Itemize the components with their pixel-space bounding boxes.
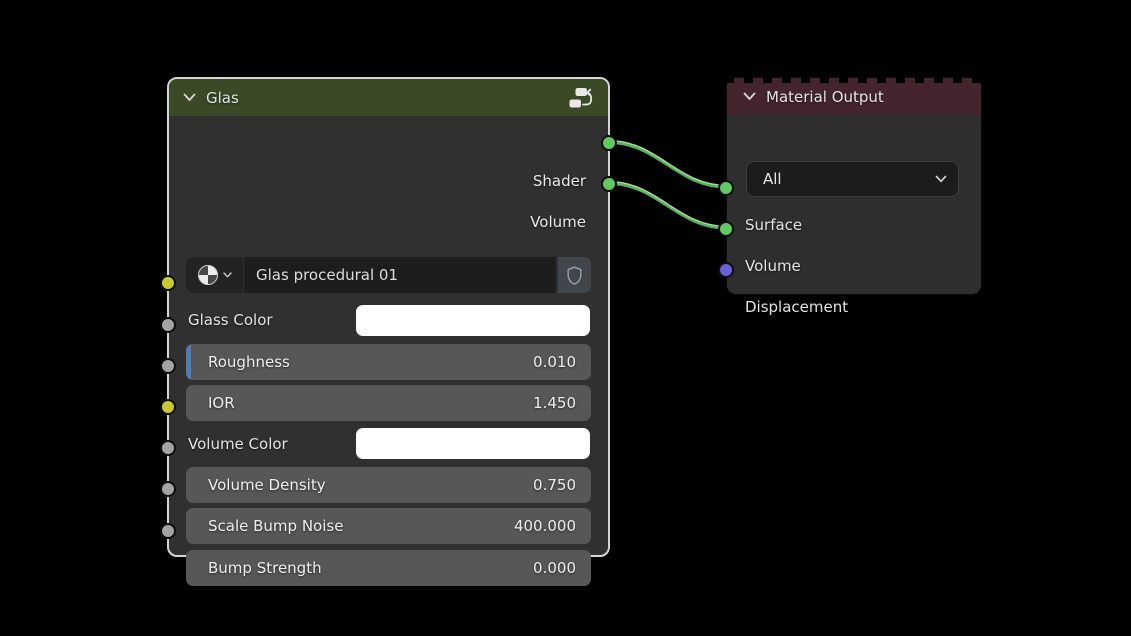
- chevron-down-icon[interactable]: [183, 93, 196, 102]
- material-output-title: Material Output: [766, 88, 884, 106]
- socket-input-volume-color[interactable]: [160, 399, 176, 415]
- input-label-glass-color: Glass Color: [188, 310, 273, 330]
- chevron-down-icon[interactable]: [743, 92, 756, 101]
- shield-icon: [565, 265, 584, 286]
- output-label-volume: Volume: [530, 211, 586, 233]
- socket-input-scale-bump-noise[interactable]: [160, 481, 176, 497]
- volume-density-slider[interactable]: Volume Density 0.750: [186, 467, 591, 503]
- node-editor-canvas[interactable]: Glas Shader Volume Glas procedura: [0, 0, 1131, 636]
- material-sphere-icon: [198, 265, 218, 285]
- input-label-displacement: Displacement: [745, 297, 848, 317]
- socket-input-glass-color[interactable]: [160, 275, 176, 291]
- slider-value: 400.000: [514, 517, 591, 535]
- chevron-down-icon: [935, 175, 958, 183]
- socket-output-shader[interactable]: [601, 135, 617, 151]
- node-material-output[interactable]: Material Output All Surface Volume Displ…: [726, 77, 982, 295]
- socket-input-surface[interactable]: [718, 180, 734, 196]
- link-shader-to-surface[interactable]: [608, 142, 727, 187]
- link-shader-to-surface-highlight: [608, 140, 727, 185]
- link-volume-to-volume[interactable]: [608, 183, 727, 228]
- socket-input-displacement[interactable]: [718, 262, 734, 278]
- slider-value: 0.000: [533, 559, 591, 577]
- slider-value: 0.010: [533, 353, 591, 371]
- slider-label: Volume Density: [186, 476, 533, 494]
- material-browse-button[interactable]: [186, 257, 243, 293]
- slider-label: Bump Strength: [186, 559, 533, 577]
- socket-input-bump-strength[interactable]: [160, 523, 176, 539]
- glas-node-title: Glas: [206, 89, 239, 107]
- dropdown-value: All: [747, 170, 935, 188]
- material-selector-row: Glas procedural 01: [186, 257, 591, 293]
- input-label-volume-color: Volume Color: [188, 434, 288, 454]
- glass-color-swatch[interactable]: [356, 305, 590, 336]
- volume-color-swatch[interactable]: [356, 428, 590, 459]
- roughness-slider[interactable]: Roughness 0.010: [186, 344, 591, 380]
- socket-input-roughness[interactable]: [160, 317, 176, 333]
- slider-value: 1.450: [533, 394, 591, 412]
- node-group-icon: [568, 86, 594, 110]
- socket-input-volume-density[interactable]: [160, 440, 176, 456]
- slider-label: Roughness: [186, 353, 533, 371]
- output-target-dropdown[interactable]: All: [746, 161, 959, 197]
- slider-label: Scale Bump Noise: [186, 517, 514, 535]
- slider-label: IOR: [186, 394, 533, 412]
- scale-bump-noise-slider[interactable]: Scale Bump Noise 400.000: [186, 508, 591, 544]
- node-glas[interactable]: Glas Shader Volume Glas procedura: [167, 77, 610, 557]
- material-output-header[interactable]: Material Output: [727, 78, 981, 115]
- chevron-down-icon: [223, 272, 232, 278]
- input-label-surface: Surface: [745, 215, 802, 235]
- socket-input-volume[interactable]: [718, 221, 734, 237]
- output-label-shader: Shader: [533, 170, 586, 192]
- bump-strength-slider[interactable]: Bump Strength 0.000: [186, 550, 591, 586]
- fake-user-button[interactable]: [558, 257, 591, 293]
- slider-value: 0.750: [533, 476, 591, 494]
- socket-output-volume[interactable]: [601, 176, 617, 192]
- material-name-field[interactable]: Glas procedural 01: [244, 257, 556, 293]
- link-volume-to-volume-highlight: [608, 181, 727, 226]
- glas-node-header[interactable]: Glas: [169, 79, 608, 116]
- ior-slider[interactable]: IOR 1.450: [186, 385, 591, 421]
- socket-input-ior[interactable]: [160, 358, 176, 374]
- slider-fill: [186, 344, 191, 380]
- input-label-volume: Volume: [745, 256, 801, 276]
